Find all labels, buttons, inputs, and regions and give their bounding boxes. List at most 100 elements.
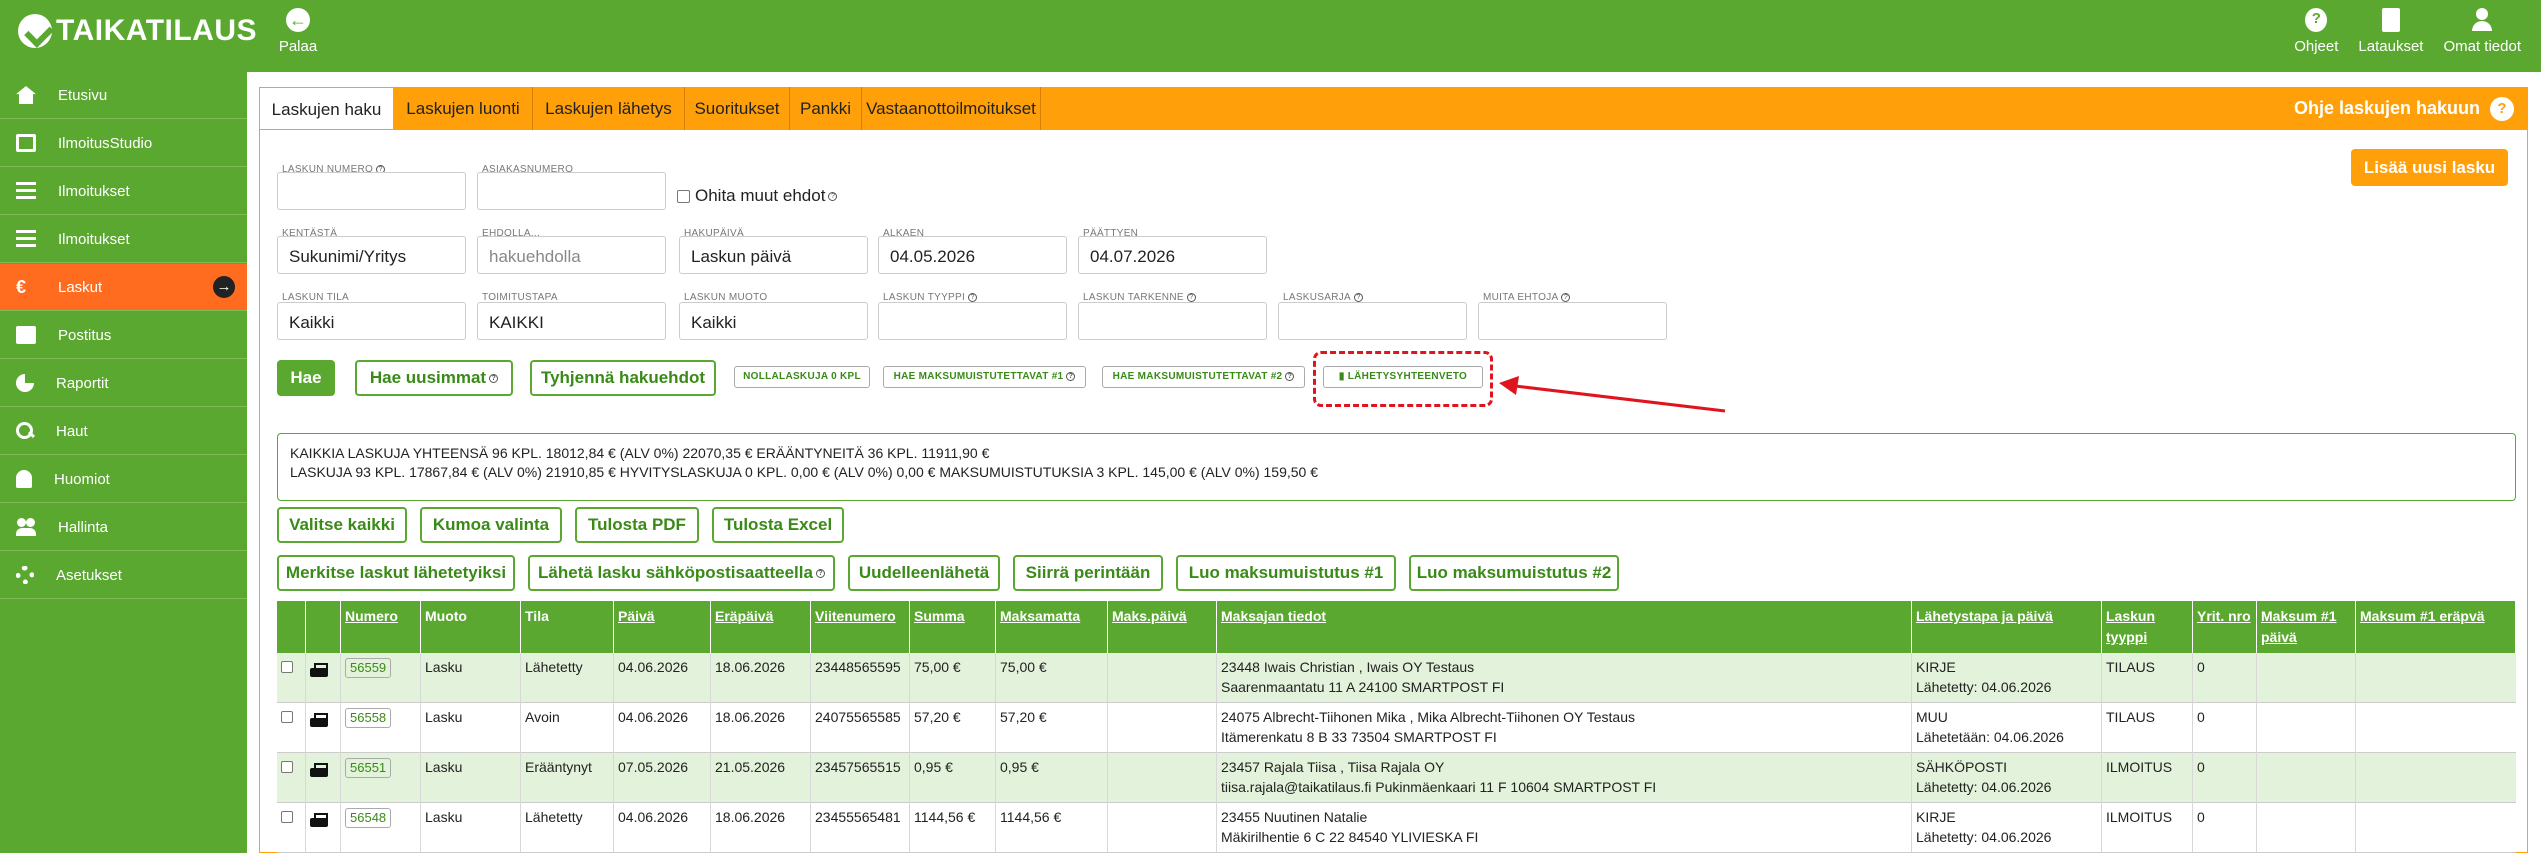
help-link-label: Ohje laskujen hakuun [2293, 98, 2480, 118]
sidebar-item-postitus[interactable]: Postitus [0, 312, 247, 359]
tab-laskujen-haku[interactable]: Laskujen haku [259, 87, 394, 130]
app-logo[interactable]: TAIKATILAUS [18, 14, 257, 48]
header-viitenumero[interactable]: Viitenumero [811, 601, 910, 653]
table-row[interactable]: 56559 Lasku Lähetetty 04.06.2026 18.06.2… [277, 653, 2516, 703]
header-paiva[interactable]: Päivä [614, 601, 711, 653]
sidebar-item-hallinta[interactable]: Hallinta [0, 504, 247, 551]
undo-selection-button[interactable]: Kumoa valinta [420, 507, 562, 543]
tab-pankki[interactable]: Pankki [790, 87, 862, 130]
users-icon [16, 518, 36, 536]
search-button[interactable]: Hae [277, 360, 335, 396]
row-checkbox[interactable] [281, 761, 293, 773]
create-reminder2-button[interactable]: Luo maksumuistutus #2 [1409, 555, 1619, 591]
select-all-button[interactable]: Valitse kaikki [277, 507, 407, 543]
invoice-number-link[interactable]: 56558 [345, 708, 392, 728]
printer-icon[interactable] [310, 813, 328, 829]
invoice-number-link[interactable]: 56551 [345, 758, 392, 778]
header-summa[interactable]: Summa [910, 601, 996, 653]
back-button[interactable]: ← Palaa [276, 8, 320, 55]
header-yrit-nro[interactable]: Yrit. nro [2193, 601, 2257, 653]
arrow-head [1499, 376, 1519, 395]
sidebar-item-asetukset[interactable]: Asetukset [0, 552, 247, 599]
sidebar-item-ilmoitukset[interactable]: Ilmoitukset [0, 168, 247, 215]
cell-maksamatta: 75,00 € [996, 653, 1108, 703]
field-select[interactable]: Sukunimi/Yritys [277, 236, 466, 274]
invoice-number-input[interactable] [277, 172, 466, 210]
invoice-status-select[interactable]: Kaikki [277, 302, 466, 340]
invoice-series-select[interactable] [1278, 302, 1467, 340]
invoice-number-link[interactable]: 56559 [345, 658, 392, 678]
invoice-detail-select[interactable] [1078, 302, 1267, 340]
profile-nav-button[interactable]: Omat tiedot [2443, 8, 2521, 55]
send-date: Lähetetty: 04.06.2026 [1916, 829, 2052, 845]
table-row[interactable]: 56548 Lasku Lähetetty 04.06.2026 18.06.2… [277, 803, 2516, 853]
end-date-input[interactable]: 04.07.2026 [1078, 236, 1267, 274]
cell-maksupaiva [1108, 653, 1217, 703]
condition-input[interactable]: hakuehdolla [477, 236, 666, 274]
print-pdf-button[interactable]: Tulosta PDF [575, 507, 699, 543]
reminder2-button[interactable]: HAE MAKSUMUISTUTETTAVAT #2? [1102, 366, 1305, 388]
header-numero[interactable]: Numero [341, 601, 421, 653]
table-row[interactable]: 56558 Lasku Avoin 04.06.2026 18.06.2026 … [277, 703, 2516, 753]
header-erapaiva[interactable]: Eräpäivä [711, 601, 811, 653]
zero-invoices-button[interactable]: NOLLALASKUJA 0 KPL [734, 366, 870, 388]
cell-numero: 56559 [341, 653, 421, 703]
header-laskun-tyyppi[interactable]: Laskun tyyppi [2102, 601, 2193, 653]
delivery-method-select[interactable]: KAIKKI [477, 302, 666, 340]
add-invoice-button[interactable]: Lisää uusi lasku [2351, 149, 2508, 186]
other-conditions-select[interactable] [1478, 302, 1667, 340]
header-maksupaiva[interactable]: Maks.päivä [1108, 601, 1217, 653]
search-latest-button[interactable]: Hae uusimmat? [355, 360, 513, 396]
checkbox-box[interactable] [677, 189, 690, 203]
sidebar-item-haut[interactable]: Haut [0, 408, 247, 455]
highlight-box [1313, 351, 1493, 407]
cell-viitenumero: 24075565585 [811, 703, 910, 753]
header-lahetystapa[interactable]: Lähetystapa ja päivä [1912, 601, 2102, 653]
sidebar-item-raportit[interactable]: Raportit [0, 360, 247, 407]
info-icon: ? [489, 374, 499, 384]
clear-search-button[interactable]: Tyhjennä hakuehdot [530, 360, 716, 396]
sidebar-item-laskut[interactable]: € Laskut → [0, 264, 247, 311]
printer-icon[interactable] [310, 663, 328, 679]
header-maksum1-erapva[interactable]: Maksum #1 eräpvä [2356, 601, 2516, 653]
sidebar-item-label: Haut [56, 422, 88, 440]
mark-sent-button[interactable]: Merkitse laskut lähetetyiksi [277, 555, 515, 591]
tab-laskujen-luonti[interactable]: Laskujen luonti [394, 87, 533, 130]
sidebar-item-ilmoitukset-2[interactable]: Ilmoitukset [0, 216, 247, 263]
cell-viitenumero: 23455565481 [811, 803, 910, 853]
invoice-number-link[interactable]: 56548 [345, 808, 392, 828]
tab-suoritukset[interactable]: Suoritukset [685, 87, 790, 130]
create-reminder1-button[interactable]: Luo maksumuistutus #1 [1176, 555, 1396, 591]
sidebar-item-etusivu[interactable]: Etusivu [0, 72, 247, 119]
row-checkbox[interactable] [281, 811, 293, 823]
start-date-input[interactable]: 04.05.2026 [878, 236, 1067, 274]
help-link[interactable]: Ohje laskujen hakuun ? [2294, 87, 2514, 130]
printer-icon[interactable] [310, 713, 328, 729]
resend-button[interactable]: Uudelleenlähetä [848, 555, 1000, 591]
printer-icon[interactable] [310, 763, 328, 779]
cell-erapaiva: 18.06.2026 [711, 653, 811, 703]
help-nav-button[interactable]: ? Ohjeet [2294, 8, 2338, 55]
header-maksajan-tiedot[interactable]: Maksajan tiedot [1217, 601, 1912, 653]
header-maksamatta[interactable]: Maksamatta [996, 601, 1108, 653]
customer-number-input[interactable] [477, 172, 666, 210]
invoice-form-select[interactable]: Kaikki [679, 302, 868, 340]
invoice-type-select[interactable] [878, 302, 1067, 340]
search-date-select[interactable]: Laskun päivä [679, 236, 868, 274]
downloads-nav-button[interactable]: Lataukset [2358, 8, 2423, 55]
send-email-button[interactable]: Lähetä lasku sähköpostisaatteella? [528, 555, 835, 591]
header-maksum1-paiva[interactable]: Maksum #1 päivä [2257, 601, 2356, 653]
table-row[interactable]: 56551 Lasku Erääntynyt 07.05.2026 21.05.… [277, 753, 2516, 803]
print-excel-button[interactable]: Tulosta Excel [712, 507, 844, 543]
payer-name: 23448 Iwais Christian , Iwais OY Testaus [1221, 659, 1475, 675]
row-checkbox[interactable] [281, 711, 293, 723]
collection-button[interactable]: Siirrä perintään [1013, 555, 1163, 591]
cell-maksum1-erapva [2356, 653, 2516, 703]
row-checkbox[interactable] [281, 661, 293, 673]
tab-vastaanottoilmoitukset[interactable]: Vastaanottoilmoitukset [862, 87, 1041, 130]
sidebar-item-huomiot[interactable]: Huomiot [0, 456, 247, 503]
tab-laskujen-lahetys[interactable]: Laskujen lähetys [533, 87, 685, 130]
reminder1-button[interactable]: HAE MAKSUMUISTUTETTAVAT #1? [883, 366, 1086, 388]
ignore-other-checkbox[interactable]: Ohita muut ehdot ? [677, 186, 838, 206]
sidebar-item-ilmoitusstudio[interactable]: IlmoitusStudio [0, 120, 247, 167]
